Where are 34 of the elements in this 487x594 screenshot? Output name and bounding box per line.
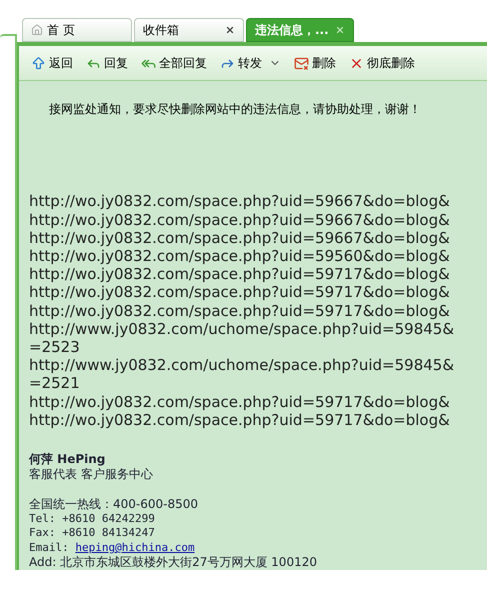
address-text: Add: 北京市东城区鼓楼外大街27号万网大厦 100120 [29, 555, 318, 570]
toolbar-button[interactable]: 全部回复 [141, 54, 207, 72]
email-link[interactable]: heping@hichina.com [75, 540, 195, 555]
tab[interactable]: 首 页 [22, 18, 132, 42]
fax-text: Fax: +8610 84134247 [29, 526, 156, 540]
url-text: http://wo.jy0832.com/space.php?uid=59667&do=blog& [29, 210, 451, 229]
toolbar-button[interactable]: 转发 [220, 54, 281, 72]
url-text: =2523 [29, 338, 81, 356]
close-icon[interactable] [225, 25, 235, 35]
envelope-icon [294, 56, 309, 71]
toolbar-button[interactable]: 删除 [294, 54, 336, 72]
tel-text: Tel: +8610 64242299 [29, 512, 156, 526]
toolbar-button[interactable]: 彻底删除 [349, 54, 415, 72]
url-text: http://wo.jy0832.com/space.php?uid=59717&do=blog& [29, 265, 451, 284]
sender-name: 何萍 HePing [29, 452, 106, 467]
url-text: http://wo.jy0832.com/space.php?uid=59560&do=blog& [29, 246, 451, 266]
notice-text: 接网监处通知，要求尽快删除网站中的违法信息，请协助处理，谢谢！ [49, 101, 422, 118]
url-text: http://wo.jy0832.com/space.php?uid=59667&do=blog& [29, 228, 451, 247]
url-text: http://www.jy0832.com/uchome/space.php?uid=59845& [29, 320, 456, 338]
role-text: 客服代表 客户服务中心 [29, 467, 154, 482]
home-icon [31, 24, 43, 36]
hotline-text: 全国统一热线：400-600-8500 [29, 497, 200, 512]
up-arrow-icon [31, 56, 46, 71]
toolbar-button[interactable]: 回复 [86, 54, 128, 72]
url-text: http://www.jy0832.com/uchome/space.php?uid=59845& [29, 356, 456, 374]
url-text: =2521 [29, 374, 81, 393]
email-label: Email: [29, 540, 70, 555]
toolbar-button[interactable]: 返回 [31, 54, 73, 72]
url-text: http://wo.jy0832.com/space.php?uid=59717&do=blog& [29, 392, 451, 411]
url-text: http://wo.jy0832.com/space.php?uid=59717&do=blog& [29, 283, 451, 302]
tab[interactable]: 收件箱 [134, 18, 244, 42]
url-text: http://wo.jy0832.com/space.php?uid=59717&do=blog& [29, 302, 451, 320]
url-text: http://wo.jy0832.com/space.php?uid=59667&do=blog& [29, 192, 451, 211]
url-text: http://wo.jy0832.com/space.php?uid=59717&do=blog& [29, 410, 451, 429]
